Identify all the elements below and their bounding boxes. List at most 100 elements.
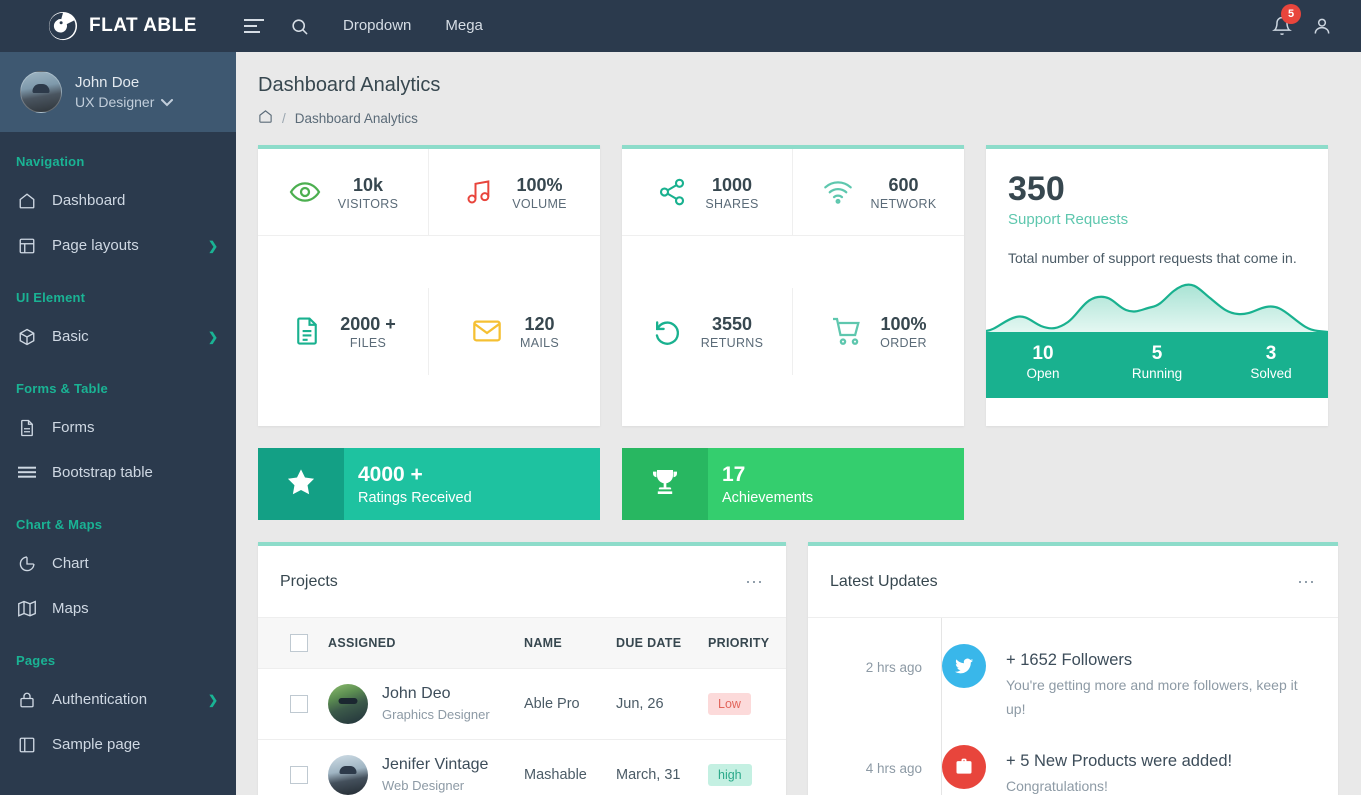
row-priority: Low [700,668,786,740]
sidebar-item-basic[interactable]: Basic ❯ [0,314,236,359]
menu-toggle-icon[interactable] [236,0,272,52]
sidebar-item-label: Sample page [52,736,141,753]
ratings-label: Ratings Received [358,489,472,506]
sidebar-item-maps[interactable]: Maps [0,586,236,631]
search-icon[interactable] [272,0,326,52]
more-options-icon[interactable]: ⋯ [745,573,764,591]
update-subtitle: Congratulations! [1006,778,1108,794]
col-select [258,618,320,669]
update-time: 4 hrs ago [865,761,922,776]
updates-body: 2 hrs ago + 1652 Followers You're gettin… [808,618,1338,795]
sidebar-section-pages: Pages [16,653,56,668]
sidebar-item-authentication[interactable]: Authentication ❯ [0,677,236,722]
achievements-body: 17 Achievements [708,448,964,520]
breadcrumb-separator: / [282,110,286,126]
support-running[interactable]: 5 Running [1100,332,1214,398]
achievements-label: Achievements [722,489,814,506]
table-icon [16,462,38,484]
page-title: Dashboard Analytics [258,74,441,96]
sidebar-item-label: Basic [52,328,89,345]
table-row[interactable]: Jenifer Vintage Web Designer Mashable Ma… [258,739,786,795]
page-header: Dashboard Analytics / Dashboard Analytic… [236,52,1361,127]
col-priority[interactable]: PRIORITY [700,618,786,669]
breadcrumb-current[interactable]: Dashboard Analytics [295,111,418,126]
stat-returns[interactable]: 3550 RETURNS [622,287,793,375]
top-navbar: FLAT ABLE Dropdown Mega 5 [0,0,1361,52]
update-title: + 5 New Products were added! [1006,752,1233,770]
row-checkbox[interactable] [290,766,308,784]
sidebar-profile[interactable]: John Doe UX Designer [0,52,236,132]
main-content: Dashboard Analytics / Dashboard Analytic… [236,52,1361,795]
list-item[interactable]: 2 hrs ago + 1652 Followers You're gettin… [830,644,1316,721]
row-checkbox[interactable] [290,695,308,713]
projects-header: Projects ⋯ [258,546,786,618]
nav-link-dropdown[interactable]: Dropdown [326,0,428,52]
support-solved[interactable]: 3 Solved [1214,332,1328,398]
assignee-name: John Deo [382,685,451,702]
stat-shares[interactable]: 1000 SHARES [622,149,793,236]
user-icon[interactable] [1305,0,1339,52]
home-icon[interactable] [258,109,273,127]
breadcrumb: / Dashboard Analytics [258,109,1339,127]
sidebar-item-forms[interactable]: Forms [0,405,236,450]
projects-table-head: ASSIGNED NAME DUE DATE PRIORITY [258,618,786,669]
dashboard-grid: 10k VISITORS 100% VOLUME 2000 + FILES 12… [236,127,1361,795]
table-row[interactable]: John Deo Graphics Designer Able Pro Jun,… [258,668,786,740]
achievements-count: 17 [722,462,746,486]
support-solved-label: Solved [1250,366,1292,381]
notification-count-badge: 5 [1281,4,1301,24]
ratings-body: 4000 + Ratings Received [344,448,600,520]
col-assigned[interactable]: ASSIGNED [320,618,516,669]
sidebar-item-label: Page layouts [52,237,139,254]
stat-volume[interactable]: 100% VOLUME [429,149,600,236]
sidebar-item-chart[interactable]: Chart [0,541,236,586]
row-project-name: Able Pro [516,668,608,740]
stat-files[interactable]: 2000 + FILES [258,287,429,375]
navbar-left-group: Dropdown Mega [236,0,500,52]
twitter-icon [942,644,986,688]
sidebar: John Doe UX Designer Navigation Dashboar… [0,52,236,795]
row-assigned: John Deo Graphics Designer [320,668,516,740]
sidebar-item-page-layouts[interactable]: Page layouts ❯ [0,223,236,268]
avatar [328,755,368,795]
select-all-checkbox[interactable] [290,634,308,652]
briefcase-icon [942,745,986,789]
nav-link-mega[interactable]: Mega [428,0,500,52]
rotate-icon [651,314,685,348]
support-footer: 10 Open 5 Running 3 Solved [986,332,1328,398]
brand[interactable]: FLAT ABLE [0,0,236,52]
col-name[interactable]: NAME [516,618,608,669]
sidebar-item-sample-page[interactable]: Sample page [0,722,236,767]
stat-value: 10k [352,175,384,195]
support-subtitle: Support Requests [1008,211,1129,228]
stat-label: VOLUME [512,197,567,211]
stat-value: 100% [516,175,563,195]
update-subtitle: You're getting more and more followers, … [1006,677,1298,717]
layout-icon [16,235,38,257]
stat-visitors[interactable]: 10k VISITORS [258,149,429,236]
ratings-banner[interactable]: 4000 + Ratings Received [258,448,600,520]
stat-network[interactable]: 600 NETWORK [793,149,964,236]
list-item[interactable]: 4 hrs ago + 5 New Products were added! C… [830,745,1316,795]
achievements-banner[interactable]: 17 Achievements [622,448,964,520]
sidebar-item-dashboard[interactable]: Dashboard [0,178,236,223]
star-icon [285,466,317,503]
row-select [258,668,320,740]
col-due-date[interactable]: DUE DATE [608,618,700,669]
more-options-icon[interactable]: ⋯ [1297,573,1316,591]
sidebar-item-bootstrap-table[interactable]: Bootstrap table [0,450,236,495]
support-open[interactable]: 10 Open [986,332,1100,398]
stat-mails[interactable]: 120 MAILS [429,288,600,375]
stat-order[interactable]: 100% ORDER [793,288,964,375]
map-icon [16,598,38,620]
cart-icon [830,314,864,348]
update-text: + 1652 Followers You're getting more and… [1006,644,1316,721]
sidebar-profile-role[interactable]: UX Designer [75,92,174,112]
music-icon [462,175,496,209]
stat-value: 600 [888,175,919,195]
update-time: 2 hrs ago [865,660,922,675]
support-requests-card: 350 Support Requests Total number of sup… [985,145,1329,426]
brand-text: FLAT ABLE [89,15,197,36]
notifications-button[interactable]: 5 [1265,0,1301,52]
projects-title: Projects [280,572,338,590]
